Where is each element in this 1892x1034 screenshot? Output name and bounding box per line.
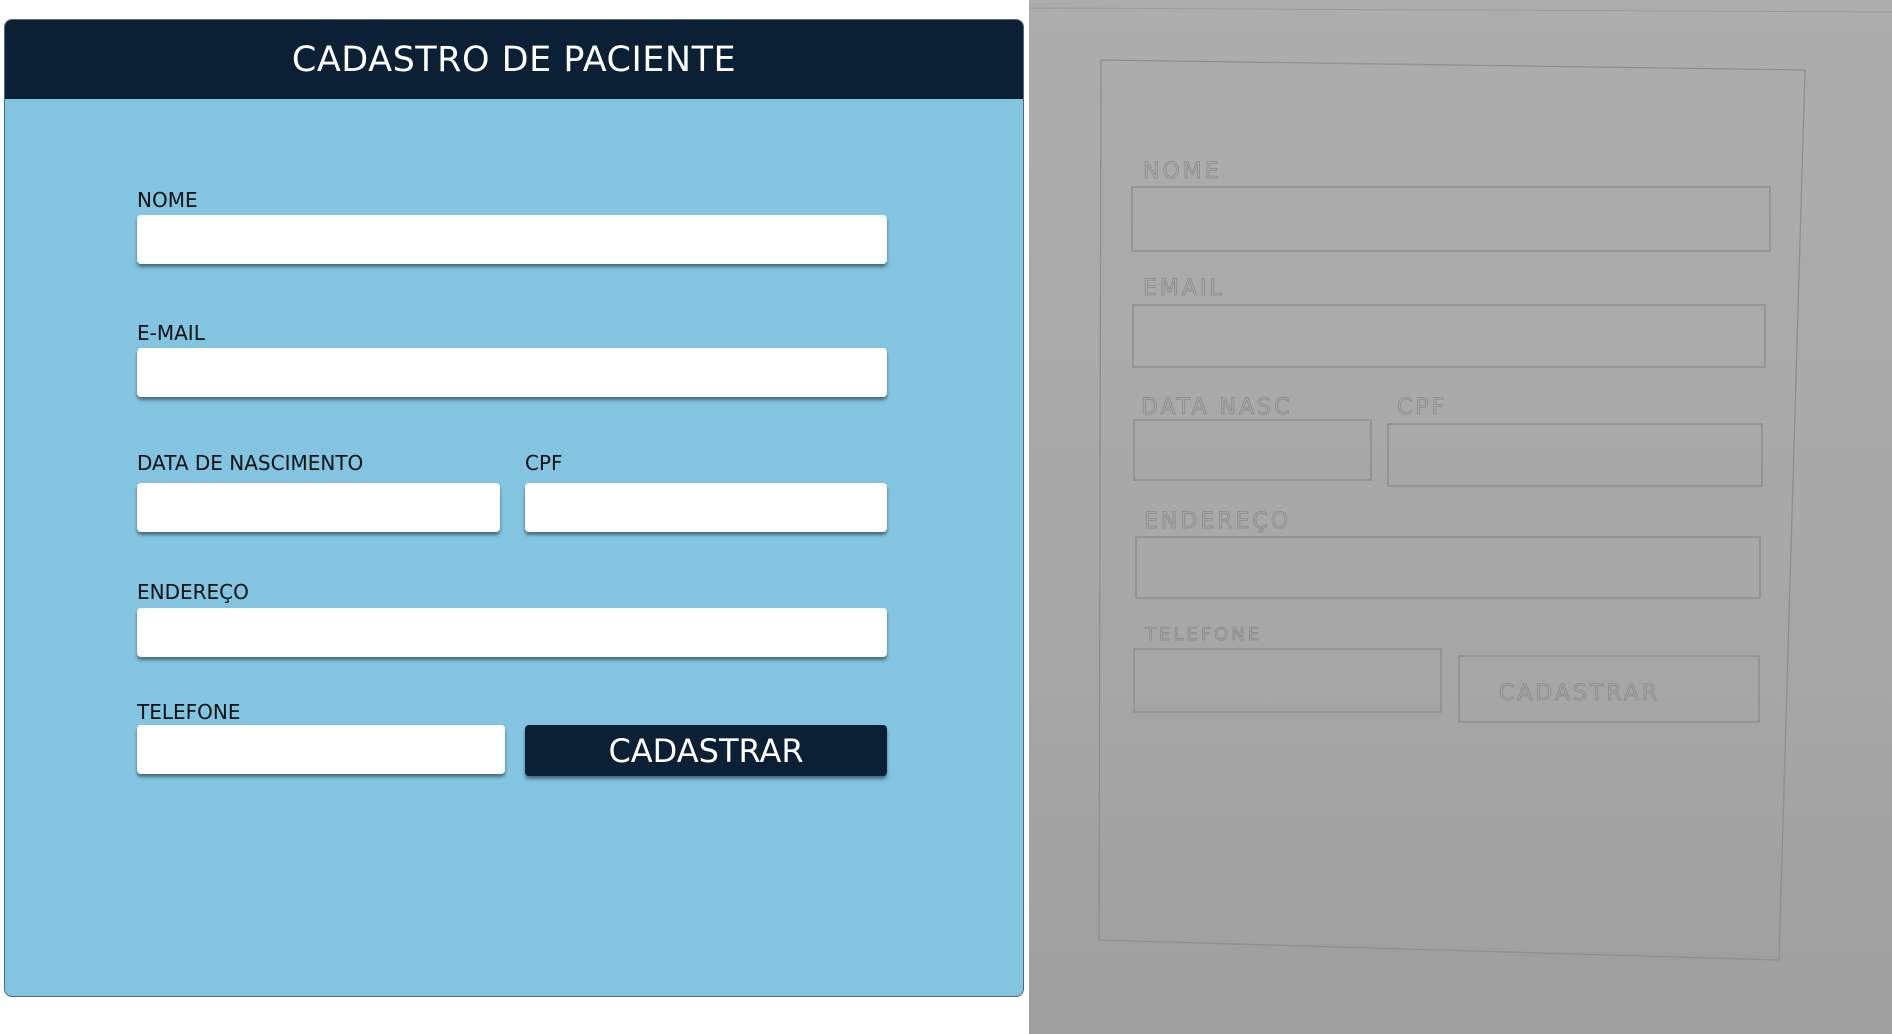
page: CADASTRO DE PACIENTE NOME E-MAIL DATA DE… (0, 0, 1892, 1034)
endereco-input[interactable] (137, 608, 887, 657)
patient-form-card: CADASTRO DE PACIENTE NOME E-MAIL DATA DE… (4, 19, 1024, 997)
sketch-telefone-box (1133, 648, 1442, 713)
sketch-email-label: EMAIL (1143, 276, 1225, 301)
sketch-data-box (1133, 419, 1372, 481)
sketch-cpf-box (1387, 423, 1763, 487)
cadastrar-button[interactable]: CADASTRAR (525, 725, 887, 776)
endereco-label: ENDEREÇO (137, 580, 249, 604)
cpf-input[interactable] (525, 483, 887, 532)
nome-label: NOME (137, 188, 198, 212)
sketch-data-label: DATA NASC (1141, 395, 1293, 420)
nome-input[interactable] (137, 215, 887, 264)
cpf-label: CPF (525, 451, 563, 475)
sketch-email-box (1132, 304, 1766, 368)
sketch-endereco-label: ENDEREÇO (1144, 509, 1291, 534)
sketch-cpf-label: CPF (1397, 395, 1447, 420)
sketch-endereco-box (1135, 536, 1761, 599)
email-label: E-MAIL (137, 321, 205, 345)
sketch-button-label: CADASTRAR (1499, 681, 1660, 706)
sketch-telefone-label: TELEFONE (1144, 624, 1262, 645)
telefone-input[interactable] (137, 725, 505, 774)
wireframe-sketch-photo: NOME EMAIL DATA NASC CPF ENDEREÇO TELEFO… (1029, 0, 1892, 1034)
telefone-label: TELEFONE (137, 700, 241, 724)
nascimento-input[interactable] (137, 483, 500, 532)
form-header: CADASTRO DE PACIENTE (5, 20, 1023, 99)
sketch-nome-box (1131, 186, 1771, 252)
nascimento-label: DATA DE NASCIMENTO (137, 451, 364, 475)
paper-edge-line (1029, 7, 1892, 13)
form-title: CADASTRO DE PACIENTE (291, 39, 737, 80)
email-input[interactable] (137, 348, 887, 397)
sketch-nome-label: NOME (1143, 159, 1222, 184)
sketch-drawing: NOME EMAIL DATA NASC CPF ENDEREÇO TELEFO… (1029, 7, 1892, 961)
